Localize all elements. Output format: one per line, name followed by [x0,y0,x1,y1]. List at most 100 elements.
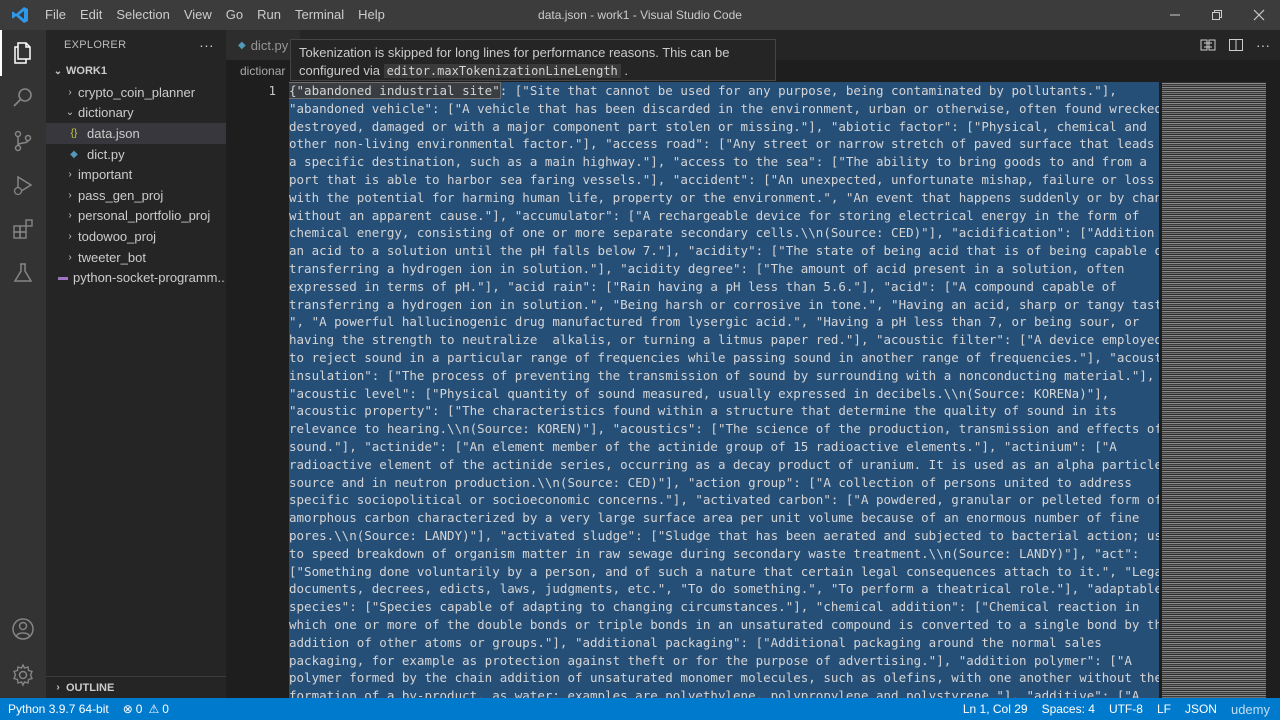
cursor-position-status[interactable]: Ln 1, Col 29 [963,702,1028,716]
status-bar: Python 3.9.7 64-bit ⊗ 0 ⚠ 0 Ln 1, Col 29… [0,698,1280,720]
tree-folder-important[interactable]: › important [46,164,226,185]
settings-gear-icon[interactable] [0,652,46,698]
code-line: other non-living environmental factor."]… [289,135,1159,154]
chevron-right-icon: › [68,251,72,263]
code-line: "abandoned vehicle": ["A vehicle that ha… [289,99,1159,118]
code-line: sound."], "actinide": ["An element membe… [289,437,1159,456]
tree-label: python-socket-programm... [73,270,226,286]
code-text[interactable]: {"abandoned industrial site": ["Site tha… [289,82,1159,698]
code-line: "acoustic level": ["Physical quantity of… [289,384,1159,403]
chevron-right-icon: › [68,230,72,242]
run-debug-icon[interactable] [0,162,46,208]
code-line: with the potential for harming human lif… [289,188,1159,207]
problems-status[interactable]: ⊗ 0 ⚠ 0 [123,702,169,716]
minimap[interactable] [1162,82,1266,698]
tooltip-text: configured via [299,63,380,78]
testing-flask-icon[interactable] [0,250,46,296]
code-line: relevance to hearing.\\n(Source: KOREN)"… [289,420,1159,438]
tree-label: dictionary [78,105,134,121]
language-mode-status[interactable]: JSON [1185,702,1217,716]
explorer-icon[interactable] [0,30,46,76]
tree-file-data-json[interactable]: {} data.json [46,123,226,144]
code-line: to reject sound in a particular range of… [289,348,1159,367]
code-line-text: : ["Site that cannot be used for any pur… [499,83,1117,98]
code-line: destroyed, damaged or with a major compo… [289,117,1159,136]
split-editor-icon[interactable] [1228,37,1244,53]
account-icon[interactable] [0,606,46,652]
editor-actions: ··· [1200,30,1270,60]
vertical-scrollbar[interactable] [1266,82,1280,698]
more-actions-icon[interactable]: ··· [1256,37,1270,53]
warning-icon: ⚠ [148,702,160,716]
python-file-icon: ◆ [70,148,78,160]
tree-folder-pass-gen[interactable]: › pass_gen_proj [46,185,226,206]
code-line: expressed in terms of pH."], "acid rain"… [289,277,1159,296]
python-interpreter-status[interactable]: Python 3.9.7 64-bit [8,702,109,716]
menu-view[interactable]: View [177,0,219,30]
code-line: polymer formed by the chain addition of … [289,669,1159,688]
restore-button[interactable] [1196,0,1238,30]
json-file-icon: {} [70,127,78,139]
editor-group: ◆ dict.py ··· dictionar 1 {"abandoned in… [226,30,1280,698]
code-line: source and in neutron production.\\n(Sou… [289,473,1159,492]
explorer-title: EXPLORER [64,39,127,51]
code-line: documents, decrees, edicts, laws, judgme… [289,580,1159,599]
menu-help[interactable]: Help [351,0,392,30]
menu-run[interactable]: Run [250,0,288,30]
close-window-button[interactable] [1238,0,1280,30]
compare-changes-icon[interactable] [1200,37,1216,53]
warning-count: 0 [162,702,169,716]
tree-label: data.json [87,125,140,141]
tooltip-setting-code[interactable]: editor.maxTokenizationLineLength [383,64,621,78]
outline-section[interactable]: › OUTLINE [46,676,226,698]
code-line: {"abandoned industrial site": ["Site tha… [289,82,1159,100]
tree-folder-socket[interactable]: ▬ python-socket-programm... [46,267,226,288]
code-line: amorphous carbon characterized by a very… [289,509,1159,527]
more-actions-icon[interactable]: ··· [199,37,214,53]
chevron-right-icon: › [68,169,72,181]
minimize-button[interactable] [1154,0,1196,30]
close-icon [1253,9,1265,21]
line-number: 1 [268,83,276,98]
menu-selection[interactable]: Selection [109,0,176,30]
code-line: transferring a hydrogen ion in solution.… [289,259,1159,278]
eol-status[interactable]: LF [1157,702,1171,716]
menu-go[interactable]: Go [219,0,250,30]
source-control-icon[interactable] [0,118,46,164]
tree-label: tweeter_bot [78,249,146,265]
code-line: transferring a hydrogen ion in solution.… [289,295,1159,314]
menu-file[interactable]: File [38,0,73,30]
code-line: species": ["Species capable of adapting … [289,598,1159,616]
outline-label: OUTLINE [66,681,115,694]
chevron-right-icon: › [68,189,72,201]
selected-word-highlight: {"abandoned industrial site" [289,82,501,99]
code-line: specific sociopolitical or socioeconomic… [289,491,1159,510]
tree-folder-dictionary[interactable]: ⌄ dictionary [46,103,226,124]
code-line: an acid to a solution until the pH falls… [289,242,1159,260]
tree-folder-todowoo[interactable]: › todowoo_proj [46,226,226,247]
workspace-root[interactable]: ⌄ WORK1 [46,60,226,82]
extensions-icon[interactable] [0,206,46,252]
code-line: which one or more of the double bonds or… [289,615,1159,634]
tree-folder-portfolio[interactable]: › personal_portfolio_proj [46,206,226,227]
code-line: ["Something done voluntarily by a person… [289,562,1159,581]
tree-folder-crypto[interactable]: › crypto_coin_planner [46,82,226,103]
tree-file-dict-py[interactable]: ◆ dict.py [46,144,226,165]
chevron-down-icon: ⌄ [53,65,63,77]
error-icon: ⊗ [122,702,133,716]
error-count: 0 [135,702,143,716]
hover-tooltip: Tokenization is skipped for long lines f… [290,39,776,81]
menu-edit[interactable]: Edit [73,0,109,30]
code-line: a specific destination, such as a main h… [289,153,1159,171]
explorer-sidebar: EXPLORER ··· ⌄ WORK1 › crypto_coin_plann… [46,30,226,698]
tree-folder-tweeter[interactable]: › tweeter_bot [46,247,226,268]
indentation-status[interactable]: Spaces: 4 [1042,702,1095,716]
activity-bar [0,30,46,698]
code-area[interactable]: 1 {"abandoned industrial site": ["Site t… [226,82,1280,698]
search-icon[interactable] [0,74,46,120]
menu-terminal[interactable]: Terminal [288,0,351,30]
tooltip-line-2: configured via editor.maxTokenizationLin… [299,62,767,80]
encoding-status[interactable]: UTF-8 [1109,702,1143,716]
restore-icon [1212,10,1222,20]
code-line: formation of a by-product, as water; exa… [289,687,1159,698]
